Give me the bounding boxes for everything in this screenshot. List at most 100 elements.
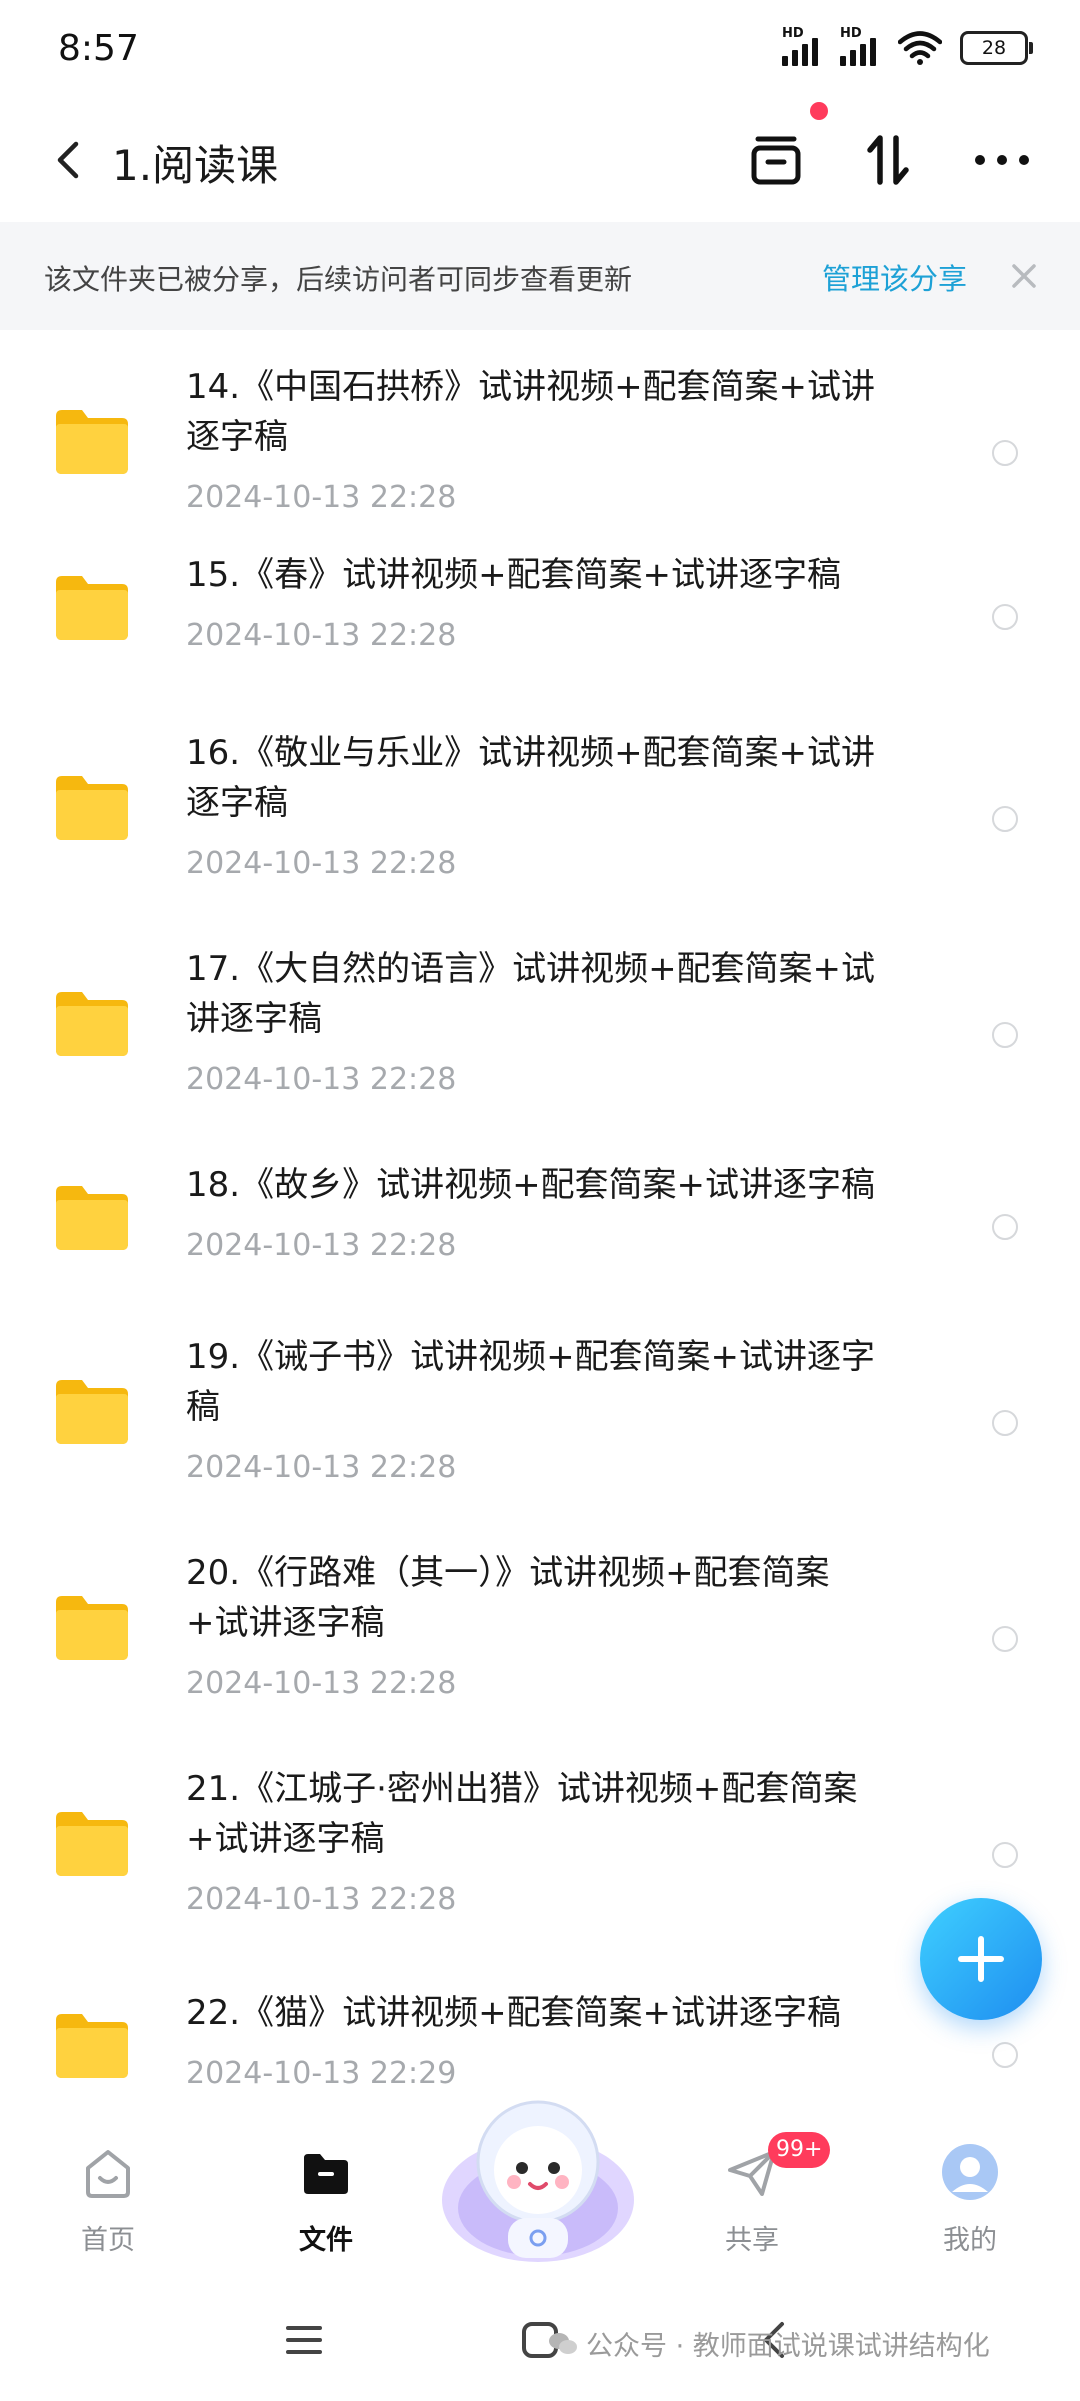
select-radio[interactable] bbox=[992, 1842, 1018, 1868]
nav-mine[interactable]: 我的 bbox=[890, 2134, 1050, 2284]
select-radio[interactable] bbox=[992, 2042, 1018, 2068]
file-row[interactable]: 21.《江城子·密州出猎》试讲视频+配套简案 +试讲逐字稿 2024-10-13 2… bbox=[0, 1758, 1080, 1938]
file-list: 14.《中国石拱桥》试讲视频+配套简案+试讲 逐字稿 2024-10-13 22:2… bbox=[0, 342, 1080, 2134]
folder-icon bbox=[304, 2154, 348, 2194]
file-row[interactable]: 20.《行路难（其一）》试讲视频+配套简案 +试讲逐字稿 2024-10-13 22… bbox=[0, 1542, 1080, 1722]
file-date: 2024-10-13 22:28 bbox=[186, 1666, 457, 1701]
file-name-line: 讲逐字稿 bbox=[186, 999, 322, 1039]
battery-icon: 28 bbox=[960, 31, 1033, 65]
file-name-line: 14.《中国石拱桥》试讲视频+配套简案+试讲 bbox=[186, 367, 876, 407]
file-name-line: 20.《行路难（其一）》试讲视频+配套简案 bbox=[186, 1553, 830, 1593]
transfer-list-icon[interactable] bbox=[740, 124, 812, 196]
folder-icon bbox=[56, 410, 128, 474]
file-row[interactable]: 16.《敬业与乐业》试讲视频+配套简案+试讲 逐字稿 2024-10-13 22:2… bbox=[0, 722, 1080, 902]
cellular-signal-icon: HD bbox=[782, 26, 822, 66]
watermark: 公众号 · 教师面试说课试讲结构化 bbox=[548, 2324, 990, 2363]
avatar-icon bbox=[942, 2144, 998, 2200]
mascot-icon[interactable] bbox=[438, 2080, 638, 2280]
file-date: 2024-10-13 22:28 bbox=[186, 1882, 457, 1917]
page-title: 1.阅读课 bbox=[112, 141, 279, 190]
folder-icon bbox=[56, 576, 128, 640]
file-name-line: 稿 bbox=[186, 1387, 220, 1427]
sort-icon[interactable] bbox=[852, 124, 924, 196]
folder-icon bbox=[56, 992, 128, 1056]
file-date: 2024-10-13 22:28 bbox=[186, 1062, 457, 1097]
file-date: 2024-10-13 22:28 bbox=[186, 618, 457, 653]
file-name-line: +试讲逐字稿 bbox=[186, 1819, 385, 1859]
file-name: 14.《中国石拱桥》试讲视频+配套简案+试讲 逐字稿 bbox=[186, 362, 926, 462]
file-name-line: +试讲逐字稿 bbox=[186, 1603, 385, 1643]
file-row[interactable]: 18.《故乡》试讲视频+配套简案+试讲逐字稿 2024-10-13 22:28 bbox=[0, 1154, 1080, 1304]
wifi-icon bbox=[898, 31, 942, 65]
home-icon bbox=[86, 2150, 130, 2198]
file-name: 21.《江城子·密州出猎》试讲视频+配套简案 +试讲逐字稿 bbox=[186, 1764, 926, 1864]
file-name: 19.《诫子书》试讲视频+配套简案+试讲逐字稿 bbox=[186, 1332, 926, 1432]
folder-icon bbox=[56, 2014, 128, 2078]
file-date: 2024-10-13 22:29 bbox=[186, 2056, 457, 2091]
file-name-line: 逐字稿 bbox=[186, 783, 288, 823]
file-row[interactable]: 15.《春》试讲视频+配套简案+试讲逐字稿 2024-10-13 22:28 bbox=[0, 544, 1080, 694]
back-arrow-icon[interactable] bbox=[40, 130, 100, 190]
select-radio[interactable] bbox=[992, 1410, 1018, 1436]
hd-label: HD bbox=[782, 26, 804, 41]
nav-files[interactable]: 文件 bbox=[246, 2134, 406, 2284]
wechat-icon bbox=[549, 2332, 577, 2354]
cellular-signal-2-icon: HD bbox=[840, 26, 880, 66]
file-name: 17.《大自然的语言》试讲视频+配套简案+试 讲逐字稿 bbox=[186, 944, 926, 1044]
file-name-line: 18.《故乡》试讲视频+配套简案+试讲逐字稿 bbox=[186, 1165, 876, 1205]
folder-icon bbox=[56, 1186, 128, 1250]
status-time: 8:57 bbox=[58, 28, 139, 69]
nav-mine-label: 我的 bbox=[943, 2225, 997, 2256]
notification-dot bbox=[810, 102, 828, 120]
file-name-line: 17.《大自然的语言》试讲视频+配套简案+试 bbox=[186, 949, 876, 989]
share-banner: 该文件夹已被分享，后续访问者可同步查看更新 管理该分享 bbox=[0, 222, 1080, 330]
file-name-line: 19.《诫子书》试讲视频+配套简案+试讲逐字 bbox=[186, 1337, 876, 1377]
file-name-line: 逐字稿 bbox=[186, 417, 288, 457]
file-name: 20.《行路难（其一）》试讲视频+配套简案 +试讲逐字稿 bbox=[186, 1548, 926, 1648]
file-date: 2024-10-13 22:28 bbox=[186, 480, 457, 515]
folder-icon bbox=[56, 1812, 128, 1876]
file-name: 16.《敬业与乐业》试讲视频+配套简案+试讲 逐字稿 bbox=[186, 728, 926, 828]
file-date: 2024-10-13 22:28 bbox=[186, 1228, 457, 1263]
nav-share-label: 共享 bbox=[725, 2225, 779, 2256]
file-name-line: 21.《江城子·密州出猎》试讲视频+配套简案 bbox=[186, 1769, 858, 1809]
file-name-line: 22.《猫》试讲视频+配套简案+试讲逐字稿 bbox=[186, 1993, 842, 2033]
select-radio[interactable] bbox=[992, 1626, 1018, 1652]
nav-home-label: 首页 bbox=[81, 2225, 135, 2256]
select-radio[interactable] bbox=[992, 806, 1018, 832]
hd-label-2: HD bbox=[840, 26, 862, 41]
file-row[interactable]: 17.《大自然的语言》试讲视频+配套简案+试 讲逐字稿 2024-10-13 22:… bbox=[0, 938, 1080, 1118]
file-date: 2024-10-13 22:28 bbox=[186, 1450, 457, 1485]
folder-icon bbox=[56, 776, 128, 840]
battery-level: 28 bbox=[981, 37, 1007, 59]
select-radio[interactable] bbox=[992, 1214, 1018, 1240]
share-badge: 99+ bbox=[768, 2132, 831, 2168]
nav-files-label: 文件 bbox=[299, 2225, 353, 2256]
status-bar: 8:57 HD HD 28 bbox=[0, 0, 1080, 100]
file-row[interactable]: 19.《诫子书》试讲视频+配套简案+试讲逐字稿 2024-10-13 22:28 bbox=[0, 1326, 1080, 1506]
select-radio[interactable] bbox=[992, 1022, 1018, 1048]
file-date: 2024-10-13 22:28 bbox=[186, 846, 457, 881]
select-radio[interactable] bbox=[992, 440, 1018, 466]
menu-icon[interactable] bbox=[274, 2310, 334, 2370]
select-radio[interactable] bbox=[992, 604, 1018, 630]
more-options-icon[interactable] bbox=[966, 124, 1038, 196]
add-button[interactable] bbox=[920, 1898, 1042, 2020]
close-icon[interactable] bbox=[1002, 254, 1046, 298]
file-name: 22.《猫》试讲视频+配套简案+试讲逐字稿 bbox=[186, 1988, 926, 2038]
plus-icon bbox=[958, 1936, 1004, 1982]
folder-icon bbox=[56, 1380, 128, 1444]
status-icons: HD HD 28 bbox=[782, 26, 1033, 66]
watermark-text: 公众号 · 教师面试说课试讲结构化 bbox=[586, 2331, 990, 2362]
file-name-line: 16.《敬业与乐业》试讲视频+配套简案+试讲 bbox=[186, 733, 876, 773]
header: 1.阅读课 bbox=[0, 110, 1080, 210]
manage-share-link[interactable]: 管理该分享 bbox=[822, 256, 967, 298]
nav-home[interactable]: 首页 bbox=[28, 2134, 188, 2284]
file-row[interactable]: 14.《中国石拱桥》试讲视频+配套简案+试讲 逐字稿 2024-10-13 22:2… bbox=[0, 356, 1080, 536]
system-nav-bar: 公众号 · 教师面试说课试讲结构化 bbox=[0, 2290, 1080, 2401]
folder-icon bbox=[56, 1596, 128, 1660]
file-name-line: 15.《春》试讲视频+配套简案+试讲逐字稿 bbox=[186, 555, 842, 595]
banner-text: 该文件夹已被分享，后续访问者可同步查看更新 bbox=[44, 263, 633, 296]
file-name: 15.《春》试讲视频+配套简案+试讲逐字稿 bbox=[186, 550, 926, 600]
file-name: 18.《故乡》试讲视频+配套简案+试讲逐字稿 bbox=[186, 1160, 926, 1210]
